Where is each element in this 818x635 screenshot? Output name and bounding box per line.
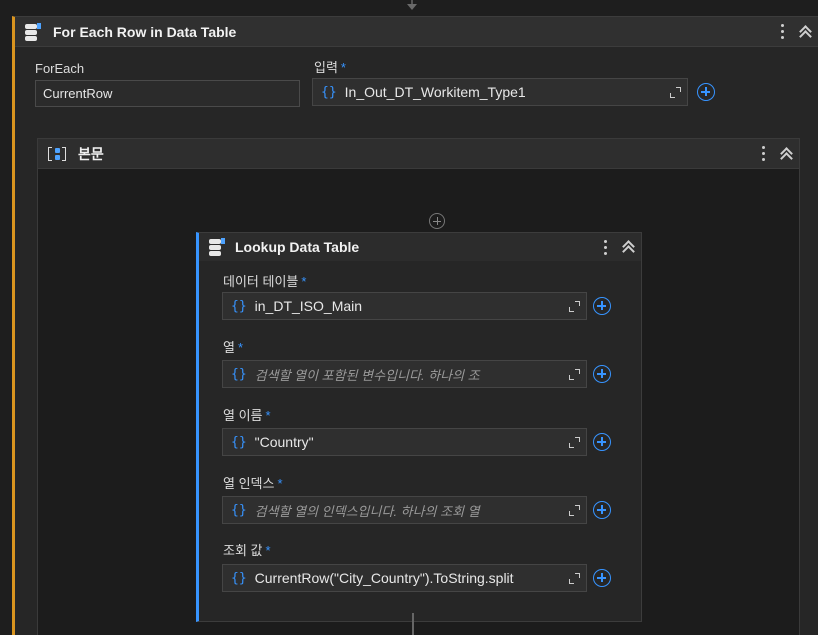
foreach-label: ForEach bbox=[35, 61, 85, 76]
lookup-header[interactable]: Lookup Data Table bbox=[199, 233, 641, 261]
expand-editor-icon[interactable] bbox=[569, 436, 580, 448]
expand-editor-icon[interactable] bbox=[670, 86, 681, 98]
column-name-label: 열 이름 * bbox=[223, 408, 271, 423]
more-options-icon[interactable] bbox=[757, 146, 769, 161]
expression-brace-icon: {} bbox=[231, 502, 247, 518]
add-variable-icon[interactable] bbox=[593, 365, 611, 383]
column-index-label: 열 인덱스 * bbox=[223, 476, 283, 491]
datatable-field[interactable]: {} in_DT_ISO_Main bbox=[222, 292, 587, 320]
expression-brace-icon: {} bbox=[231, 570, 247, 586]
body-title: 본문 bbox=[78, 146, 104, 163]
column-name-field[interactable]: {} "Country" bbox=[222, 428, 587, 456]
lookup-value-field[interactable]: {} CurrentRow("City_Country").ToString.s… bbox=[222, 564, 587, 592]
add-variable-icon[interactable] bbox=[593, 501, 611, 519]
column-field[interactable]: {} 검색할 열이 포함된 변수입니다. 하나의 조 bbox=[222, 360, 587, 388]
lookup-value-label: 조회 값 * bbox=[223, 543, 271, 558]
more-options-icon[interactable] bbox=[776, 24, 788, 39]
data-table-icon bbox=[209, 238, 225, 256]
column-label: 열 * bbox=[223, 340, 244, 355]
expression-brace-icon: {} bbox=[231, 298, 247, 314]
expand-editor-icon[interactable] bbox=[569, 504, 580, 516]
add-activity-icon[interactable] bbox=[429, 213, 445, 229]
expand-editor-icon[interactable] bbox=[569, 368, 580, 380]
add-variable-icon[interactable] bbox=[593, 297, 611, 315]
expression-brace-icon: {} bbox=[231, 434, 247, 450]
data-table-icon bbox=[25, 22, 41, 41]
add-variable-icon[interactable] bbox=[697, 83, 715, 101]
add-variable-icon[interactable] bbox=[593, 433, 611, 451]
expand-editor-icon[interactable] bbox=[569, 572, 580, 584]
collapse-chevron-icon[interactable] bbox=[798, 25, 812, 39]
for-each-row-activity[interactable]: For Each Row in Data Table ForEach 입력 * C… bbox=[12, 16, 818, 635]
body-header[interactable]: 본문 bbox=[38, 139, 799, 169]
foreach-variable-input[interactable]: CurrentRow bbox=[35, 80, 300, 107]
collapse-chevron-icon[interactable] bbox=[621, 240, 635, 254]
lookup-data-table-activity[interactable]: Lookup Data Table 데이터 테이블 * {} in_DT_ISO_… bbox=[196, 232, 642, 622]
sequence-icon bbox=[48, 146, 68, 162]
add-variable-icon[interactable] bbox=[593, 569, 611, 587]
expression-brace-icon: {} bbox=[231, 366, 247, 382]
activity-title: For Each Row in Data Table bbox=[53, 23, 237, 40]
activity-title: Lookup Data Table bbox=[235, 239, 360, 255]
datatable-label: 데이터 테이블 * bbox=[223, 274, 307, 289]
body-sequence-container[interactable]: 본문 Lookup Data Table 데이터 테이블 * {} in_DT_I… bbox=[37, 138, 800, 635]
input-expression-field[interactable]: {} In_Out_DT_Workitem_Type1 bbox=[312, 78, 688, 106]
top-connector-arrow-icon bbox=[407, 4, 417, 10]
column-index-field[interactable]: {} 검색할 열의 인덱스입니다. 하나의 조회 열 bbox=[222, 496, 587, 524]
for-each-header[interactable]: For Each Row in Data Table bbox=[15, 17, 818, 47]
input-label: 입력 * bbox=[314, 60, 346, 75]
bottom-connector-line bbox=[412, 613, 414, 635]
expand-editor-icon[interactable] bbox=[569, 300, 580, 312]
more-options-icon[interactable] bbox=[599, 239, 611, 255]
expression-brace-icon: {} bbox=[321, 84, 337, 100]
collapse-chevron-icon[interactable] bbox=[779, 147, 793, 161]
